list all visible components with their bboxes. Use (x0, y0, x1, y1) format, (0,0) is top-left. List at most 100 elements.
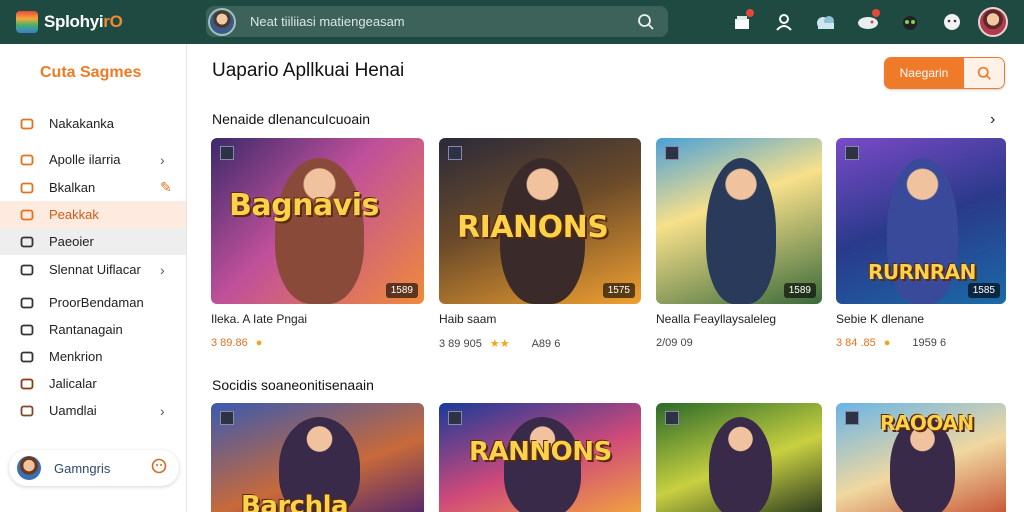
chevron-right-icon[interactable]: › (160, 152, 172, 168)
logo-mark-icon (16, 11, 38, 33)
game-art-title: Bagnavis (229, 188, 379, 223)
sidebar-item[interactable]: Nakakanka (0, 110, 186, 137)
game-player-count: 1589 (783, 283, 816, 298)
edit-icon[interactable]: ✎ (160, 179, 172, 196)
sidebar-item-label: Peakkak (49, 207, 99, 222)
game-meta: 2/09 09 (656, 337, 723, 349)
game-badge-icon (448, 146, 462, 160)
shield-icon (19, 262, 35, 278)
game-player-count: 1575 (602, 283, 635, 298)
search-icon[interactable] (632, 8, 660, 36)
game-card[interactable]: Barchla (211, 403, 424, 512)
game-title[interactable]: Nealla Feayllaysaleleg (656, 312, 776, 326)
profile-icon[interactable] (768, 6, 800, 38)
section-title-recommended: Socidis soaneonitisenaain (212, 377, 374, 393)
game-meta: 3 89.86 ● (211, 337, 284, 349)
game-player-count: 1589 (385, 283, 418, 298)
game-art-title: Barchla (241, 491, 349, 512)
gamepad-icon[interactable] (852, 6, 884, 38)
logo-text: SplohyirO (44, 12, 123, 31)
sidebar-item[interactable]: Apolle ilarria › (0, 146, 186, 173)
alien-icon[interactable] (894, 6, 926, 38)
game-meta: 3 84 .85 ● 1959 6 (836, 337, 946, 349)
chevron-right-icon[interactable]: › (160, 262, 172, 278)
sidebar-item-label: Rantanagain (49, 322, 123, 337)
face-icon[interactable] (936, 6, 968, 38)
notification-dot (872, 9, 880, 17)
game-badge-icon (220, 146, 234, 160)
search-avatar[interactable] (208, 7, 236, 36)
sidebar-item[interactable]: Peakkak (0, 201, 186, 228)
cta-group: Naegarin (884, 57, 1005, 89)
puzzle-icon (19, 376, 35, 392)
user-avatar[interactable] (978, 7, 1008, 37)
game-card[interactable]: RIANONS 1575 (439, 138, 641, 304)
game-title[interactable]: Ileka. A Iate Pngai (211, 312, 307, 326)
chevron-right-icon[interactable]: › (160, 403, 172, 419)
game-card[interactable] (656, 403, 822, 512)
sidebar-item[interactable]: Menkrion (0, 343, 186, 370)
search-bar[interactable] (206, 6, 668, 37)
game-art-character (275, 158, 364, 304)
game-art-character (709, 417, 772, 512)
game-card[interactable]: 1589 (656, 138, 822, 304)
top-bar: SplohyirO (0, 0, 1024, 44)
sidebar-item[interactable]: Paeoier (0, 228, 186, 255)
notification-dot (746, 9, 754, 17)
store-icon[interactable] (726, 6, 758, 38)
sidebar-title: Cuta Sagmes (40, 64, 142, 81)
avatar-icon (19, 403, 35, 419)
sidebar-item[interactable]: Uamdlai › (0, 397, 186, 424)
sidebar-item[interactable]: Bkalkan ✎ (0, 174, 186, 201)
star-icon: ★★ (489, 338, 510, 350)
section-title-featured: Nenaide dlenancuIcuoain (212, 111, 371, 127)
cta-search-icon[interactable] (964, 57, 1005, 89)
game-badge-icon (845, 146, 859, 160)
game-rating: 3 89 905 (439, 337, 482, 350)
star-icon: ● (883, 337, 891, 349)
app-logo[interactable]: SplohyirO (16, 11, 196, 33)
sidebar-item[interactable]: Jalicalar (0, 370, 186, 397)
card-avatar (17, 456, 41, 480)
search-input[interactable] (250, 14, 632, 29)
sidebar-item[interactable]: Slennat Uiflacar › (0, 256, 186, 283)
sidebar-item-label: Paeoier (49, 234, 94, 249)
sidebar-item-label: Menkrion (49, 349, 103, 364)
game-art-title: RAOOAN (880, 411, 974, 435)
game-card[interactable]: Bagnavis 1589 (211, 138, 424, 304)
game-card[interactable]: RAOOAN (836, 403, 1006, 512)
briefcase-icon (19, 116, 35, 132)
game-title[interactable]: Sebie K dlenane (836, 312, 924, 326)
cta-button[interactable]: Naegarin (884, 57, 964, 89)
sidebar: Cuta Sagmes Nakakanka Apolle ilarria › Bkal… (0, 44, 187, 512)
sidebar-item-label: Bkalkan (49, 180, 96, 195)
sidebar-item-label: Apolle ilarria (49, 152, 121, 167)
game-rating: 3 89.86 (211, 337, 248, 349)
chat-icon[interactable] (151, 458, 167, 479)
game-badge-icon (665, 411, 679, 425)
game-art-character (706, 158, 776, 304)
sidebar-item-label: Nakakanka (49, 116, 115, 131)
star-icon: ● (255, 337, 263, 349)
game-badge-icon (448, 411, 462, 425)
game-title[interactable]: Haib saam (439, 312, 496, 326)
game-extra: A89 6 (531, 337, 561, 350)
cloud-icon[interactable] (810, 6, 842, 38)
sidebar-item[interactable]: Rantanagain (0, 316, 186, 343)
card-icon (19, 234, 35, 250)
game-card[interactable]: RANNONS (439, 403, 641, 512)
game-extra: 1959 6 (912, 337, 947, 349)
chevron-right-icon[interactable]: › (990, 111, 995, 129)
game-art-title: RIANONS (457, 210, 609, 245)
bag-icon (19, 180, 35, 196)
game-card[interactable]: RURNRAN 1585 (836, 138, 1006, 304)
sidebar-item-label: Slennat Uiflacar (49, 262, 141, 277)
game-meta: 3 89 905 ★★ A89 6 (439, 337, 561, 351)
tag-icon (19, 207, 35, 223)
sidebar-item[interactable]: ProorBendaman (0, 289, 186, 316)
card-label: Gamngris (54, 460, 111, 476)
game-art-title: RANNONS (469, 437, 612, 467)
game-art-title: RURNRAN (868, 260, 976, 284)
sidebar-profile-card[interactable]: Gamngris (9, 450, 179, 486)
list-icon (19, 349, 35, 365)
